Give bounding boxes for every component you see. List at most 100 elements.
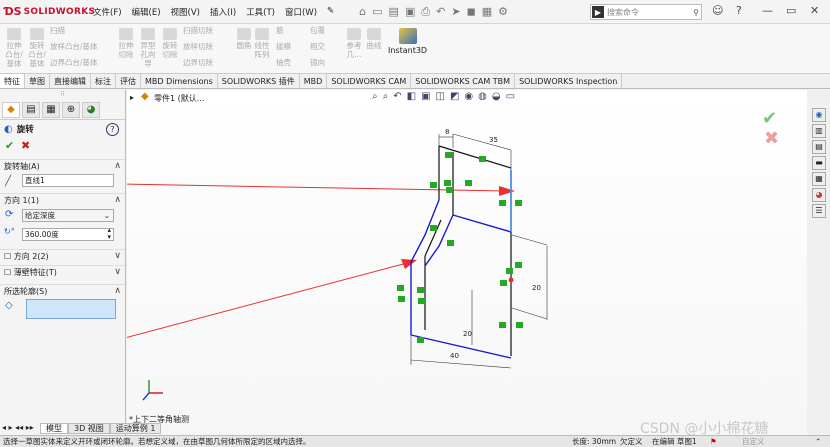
curves-button[interactable]: 曲线 (366, 28, 382, 50)
options-icon[interactable]: ⚙ (498, 5, 508, 18)
design-library-icon[interactable]: ▥ (812, 124, 826, 138)
linear-pattern-button[interactable]: 线性阵列 (254, 28, 270, 59)
contour-selection-box[interactable] (26, 299, 116, 319)
ok-button[interactable]: ✔ (5, 139, 14, 152)
direction2-section-header[interactable]: ☐ 方向 2(2) ∨ (0, 249, 125, 262)
graphics-area[interactable]: ▸ ◆ 零件1 (默认... ⌕ ⌕ ↶ ◧ ▣ ◫ ◩ ◉ ◍ ◒ ▭ ✔ ✖ (127, 90, 807, 435)
save-icon[interactable]: ▣ (405, 5, 415, 18)
axis-selection-field[interactable]: 直线1 (22, 174, 114, 187)
solidworks-logo[interactable]: ƊS SOLIDWORKS (0, 5, 95, 18)
hole-wizard-button[interactable]: 异型孔向导 (137, 28, 159, 68)
tab-motion-study[interactable]: 运动算例 1 (109, 423, 162, 434)
direction1-section-header[interactable]: 方向 1(1) ∧ (0, 193, 125, 206)
dimension-label[interactable]: 8 (445, 128, 449, 136)
extrude-boss-button[interactable]: 拉伸凸台/基体 (3, 28, 25, 68)
menu-tools[interactable]: 工具(T) (241, 6, 280, 18)
tab-mbd[interactable]: MBD (300, 74, 328, 88)
dimension-label[interactable]: 20 (532, 284, 541, 292)
restore-icon[interactable]: ▭ (786, 4, 796, 17)
extrude-cut-button[interactable]: 拉伸切除 (117, 28, 135, 59)
intersect-button[interactable]: 相交 (310, 42, 325, 51)
boundary-boss-button[interactable]: 边界凸台/基体 (50, 58, 112, 67)
feature-manager-tab-icon[interactable]: ◆ (2, 101, 20, 118)
select-icon[interactable]: ➤ (451, 5, 460, 18)
display-manager-tab-icon[interactable]: ◕ (82, 101, 100, 118)
instant3d-button[interactable]: Instant3D (388, 28, 427, 55)
property-manager-tab-icon[interactable]: ▤ (22, 101, 40, 118)
library-icon[interactable]: ▤ (812, 140, 826, 154)
tab-mbd-dimensions[interactable]: MBD Dimensions (141, 74, 218, 88)
boundary-cut-button[interactable]: 边界切除 (183, 58, 213, 67)
new-doc-icon[interactable]: ▭ (372, 5, 382, 18)
config-manager-tab-icon[interactable]: ▦ (42, 101, 60, 118)
thin-feature-checkbox[interactable]: ☐ (4, 268, 14, 277)
tab-sketch[interactable]: 草图 (25, 74, 50, 88)
user-icon[interactable]: ☺ (712, 4, 723, 17)
panel-handle-icon[interactable]: ⁝⁝ (0, 90, 125, 100)
undo-icon[interactable]: ↶ (436, 5, 445, 18)
thin-feature-section-header[interactable]: ☐ 薄壁特征(T) ∨ (0, 265, 125, 278)
appearances-icon[interactable]: ◕ (812, 188, 826, 202)
dimxpert-tab-icon[interactable]: ⊕ (62, 101, 80, 118)
sweep-cut-button[interactable]: 扫描切除 (183, 26, 213, 35)
end-condition-select[interactable]: 给定深度 ⌄ (22, 209, 114, 222)
tab-inspection[interactable]: SOLIDWORKS Inspection (515, 74, 623, 88)
tab-cam-tbm[interactable]: SOLIDWORKS CAM TBM (411, 74, 516, 88)
tab-addins[interactable]: SOLIDWORKS 插件 (218, 74, 300, 88)
menu-window[interactable]: 窗口(W) (280, 6, 322, 18)
print-icon[interactable]: ⎙ (421, 5, 430, 19)
mirror-button[interactable]: 镜向 (310, 58, 325, 67)
search-input[interactable]: ▶ 搜索命令 ⚲ (590, 4, 702, 20)
view-palette-icon[interactable]: ▦ (812, 172, 826, 186)
units-selector[interactable]: 自定义 (742, 436, 765, 447)
file-props-icon[interactable]: ▦ (482, 5, 492, 18)
loft-cut-button[interactable]: 放样切除 (183, 42, 213, 51)
pin-icon[interactable]: ✎ (322, 6, 339, 18)
axis-section-header[interactable]: 旋转轴(A) ∧ (0, 159, 125, 172)
sweep-button[interactable]: 扫描 (50, 26, 65, 35)
menu-view[interactable]: 视图(V) (166, 6, 205, 18)
cancel-button[interactable]: ✖ (21, 139, 30, 152)
custom-properties-icon[interactable]: ☰ (812, 204, 826, 218)
tab-model[interactable]: 模型 (40, 423, 68, 434)
help-button[interactable]: ? (106, 123, 119, 136)
contours-section-header[interactable]: 所选轮廓(S) ∧ (0, 284, 125, 297)
wrap-button[interactable]: 包覆 (310, 26, 325, 35)
dimension-label[interactable]: 35 (489, 136, 498, 144)
minimize-icon[interactable]: — (762, 4, 773, 17)
tab-scroll-arrows[interactable]: ◂ ▸ ◂◂ ▸▸ (2, 423, 34, 432)
tab-direct-edit[interactable]: 直接编辑 (50, 74, 91, 88)
angle-input[interactable]: 360.00度 ▴ ▾ (22, 227, 114, 241)
rib-button[interactable]: 筋 (276, 26, 284, 35)
menu-edit[interactable]: 编辑(E) (127, 6, 166, 18)
direction2-checkbox[interactable]: ☐ (4, 252, 14, 261)
tab-markup[interactable]: 标注 (91, 74, 116, 88)
help-icon[interactable]: ? (736, 4, 742, 17)
loft-boss-button[interactable]: 放样凸台/基体 (50, 42, 112, 51)
tab-features[interactable]: 特征 (0, 74, 25, 88)
revolve-boss-button[interactable]: 旋转凸台/基体 (27, 28, 47, 68)
tab-evaluate[interactable]: 评估 (116, 74, 141, 88)
spinner-icon[interactable]: ▴ ▾ (107, 227, 111, 241)
solidworks-resources-icon[interactable]: ◉ (812, 108, 826, 122)
menu-file[interactable]: 文件(F) (88, 6, 127, 18)
reverse-direction-icon[interactable]: ⟳ (5, 209, 13, 220)
draft-button[interactable]: 拔模 (276, 42, 291, 51)
dimension-label[interactable]: 20 (463, 330, 472, 338)
tab-cam[interactable]: SOLIDWORKS CAM (327, 74, 412, 88)
dimension-label[interactable]: 40 (450, 352, 459, 360)
open-icon[interactable]: ▤ (389, 5, 399, 18)
menu-insert[interactable]: 插入(I) (205, 6, 241, 18)
rebuild-indicator-icon[interactable]: ⚑ (710, 436, 717, 447)
close-icon[interactable]: ✕ (810, 4, 819, 17)
file-explorer-icon[interactable]: ▬ (812, 156, 826, 170)
revolve-cut-button[interactable]: 旋转切除 (161, 28, 179, 59)
rebuild-icon[interactable]: ◼ (467, 5, 476, 18)
ref-geometry-button[interactable]: 参考几... (345, 28, 363, 59)
home-icon[interactable]: ⌂ (359, 5, 366, 18)
fillet-button[interactable]: 圆角 (236, 28, 252, 50)
search-icon[interactable]: ⚲ (693, 8, 699, 17)
shell-button[interactable]: 抽壳 (276, 58, 291, 67)
tab-3d-views[interactable]: 3D 视图 (68, 423, 110, 434)
status-expand-icon[interactable]: ⌃ (815, 436, 821, 447)
